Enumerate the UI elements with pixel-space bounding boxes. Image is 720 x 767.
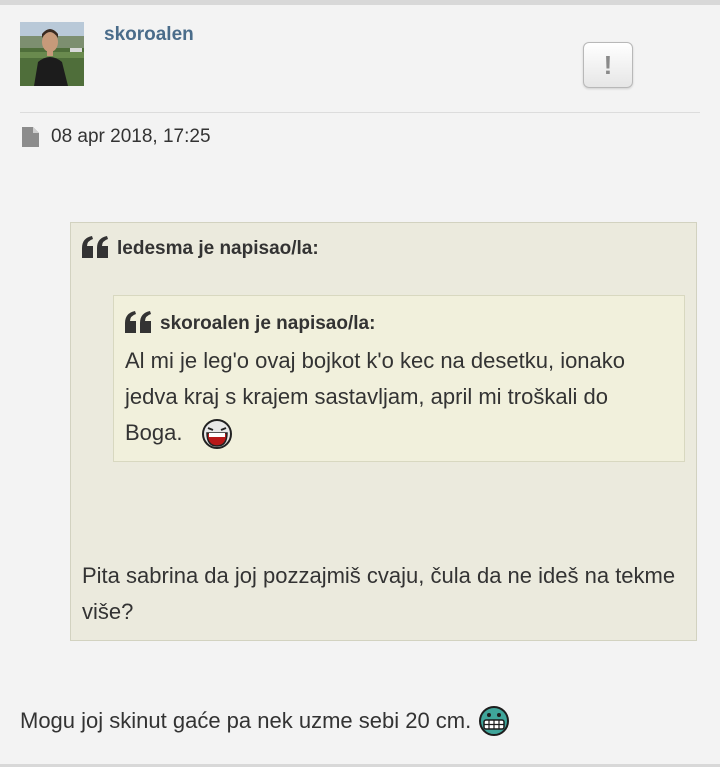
report-button[interactable]: ! [583,42,633,88]
post-date-text: 08 apr 2018, 17:25 [51,126,211,147]
quote-block-outer: ledesma je napisao/la: skoroalen je napi… [70,222,697,641]
post-message-text: Mogu joj skinut gaće pa nek uzme sebi 20… [20,708,472,733]
laughing-smiley-icon [201,419,232,450]
post-message: Mogu joj skinut gaće pa nek uzme sebi 20… [20,703,510,739]
exclamation-icon: ! [603,50,613,80]
quote-author: ledesma je napisao/la: [117,238,319,259]
quote-block-inner: skoroalen je napisao/la: Al mi je leg'o … [113,295,685,462]
quote-text-inner: Al mi je leg'o ovaj bojkot k'o kec na de… [125,343,670,451]
quote-header-outer: ledesma je napisao/la: [82,236,319,262]
avatar[interactable] [20,22,84,86]
quote-header-inner: skoroalen je napisao/la: [125,311,375,337]
quote-icon [125,311,152,337]
divider [20,112,700,113]
top-edge [0,0,720,5]
post-date: 08 apr 2018, 17:25 [22,126,211,148]
file-icon [22,127,39,147]
username-link[interactable]: skoroalen [104,24,194,46]
grinning-smiley-icon [479,706,510,736]
quote-text-outer: Pita sabrina da joj pozzajmiš cvaju, čul… [82,563,676,624]
quote-icon [82,236,109,262]
quote-author: skoroalen je napisao/la: [160,313,376,334]
